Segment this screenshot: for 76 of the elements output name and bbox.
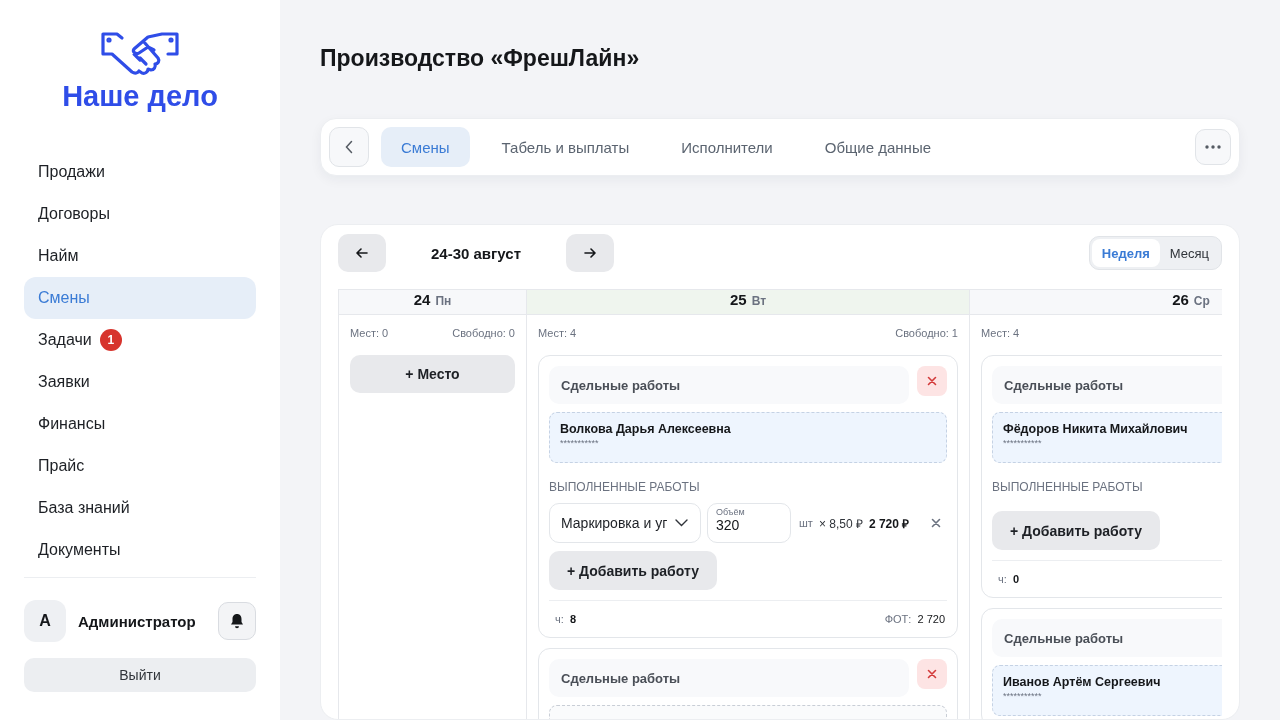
bell-icon <box>230 613 244 629</box>
page-title: Производство «ФрешЛайн» <box>320 44 641 73</box>
section-label: ВЫПОЛНЕННЫЕ РАБОТЫ <box>549 480 701 494</box>
assignee-card[interactable]: Волкова Дарья Алексеевна *********** <box>549 412 947 463</box>
view-option[interactable]: Месяц <box>1159 239 1219 267</box>
add-work-button[interactable]: + Добавить работу <box>549 551 717 590</box>
logout-button[interactable]: Выйти <box>24 658 256 692</box>
work-type: Сдельные работы <box>549 366 909 404</box>
close-icon <box>927 376 937 386</box>
work-type: Сдельные работы <box>992 619 1222 657</box>
hours: ч: 8 <box>555 613 577 625</box>
tab[interactable]: Исполнители <box>661 127 793 167</box>
close-icon <box>931 518 942 528</box>
user-name: Администратор <box>78 612 197 630</box>
hours: ч: 0 <box>998 573 1020 585</box>
next-week-button[interactable] <box>566 234 614 272</box>
masked-id: *********** <box>1003 438 1043 448</box>
tab[interactable]: Смены <box>381 127 470 167</box>
notifications-button[interactable] <box>218 602 256 640</box>
work-type: Сдельные работы <box>992 366 1222 404</box>
add-work-button[interactable]: + Добавить работу <box>992 511 1160 550</box>
sidebar-item[interactable]: Договоры <box>24 193 256 235</box>
date-range: 24-30 август <box>430 244 522 262</box>
sidebar-item[interactable]: База знаний <box>24 487 256 529</box>
weekday: Ср <box>1193 294 1210 308</box>
work-select[interactable]: Маркировка и уг <box>549 503 701 543</box>
arrow-left-icon <box>356 248 368 258</box>
places-count: Мест: 4 <box>538 327 577 339</box>
assignee-card[interactable]: Иванов Артём Сергеевич *********** <box>992 665 1222 716</box>
sidebar-item[interactable]: Смены <box>24 277 256 319</box>
rate: × 8,50 ₽ <box>818 515 863 532</box>
count-badge: 1 <box>99 329 122 351</box>
assignee-name: Волкова Дарья Алексеевна <box>560 422 732 436</box>
chevron-left-icon <box>345 140 353 154</box>
day-number: 25 <box>729 291 747 308</box>
unit-label: шт <box>799 517 813 529</box>
masked-id: *********** <box>1003 691 1043 701</box>
sidebar-item[interactable]: Найм <box>24 235 256 277</box>
masked-id: *********** <box>560 438 600 448</box>
assignee-name: Фёдоров Никита Михайлович <box>1003 422 1189 436</box>
day-number: 26 <box>1172 291 1189 308</box>
work-sum: 2 720 ₽ <box>868 515 910 532</box>
assignee-name: Иванов Артём Сергеевич <box>1003 675 1162 689</box>
more-icon <box>1205 145 1221 149</box>
close-icon <box>927 669 937 679</box>
sidebar-item[interactable]: Задачи 1 <box>24 319 256 361</box>
more-button[interactable] <box>1195 129 1231 165</box>
add-place-button[interactable]: + Место <box>350 355 515 393</box>
volume-field[interactable]: Объём 320 <box>707 503 791 543</box>
back-button[interactable] <box>329 127 369 167</box>
delete-button[interactable] <box>917 659 947 689</box>
previous-week-button[interactable] <box>338 234 386 272</box>
day-number: 24 <box>413 291 431 308</box>
sidebar-item[interactable]: Прайс <box>24 445 256 487</box>
assignee-card[interactable]: Фёдоров Никита Михайлович *********** <box>992 412 1222 463</box>
delete-button[interactable] <box>917 366 947 396</box>
chevron-down-icon <box>675 519 688 527</box>
places-count: Мест: 0 <box>350 327 389 339</box>
sidebar-item[interactable]: Заявки <box>24 361 256 403</box>
sidebar-item[interactable]: Финансы <box>24 403 256 445</box>
payroll: ФОТ: 2 720 <box>884 613 945 625</box>
view-option[interactable]: Неделя <box>1091 239 1160 267</box>
weekday: Пн <box>435 294 452 308</box>
section-label: ВЫПОЛНЕННЫЕ РАБОТЫ <box>992 480 1144 494</box>
sidebar-item[interactable]: Документы <box>24 529 256 571</box>
arrow-right-icon <box>584 248 596 258</box>
weekday: Вт <box>751 294 767 308</box>
tab[interactable]: Табель и выплаты <box>481 127 650 167</box>
sidebar-item[interactable]: Продажи <box>24 151 256 193</box>
logo-text: Наше дело <box>62 80 218 113</box>
tab[interactable]: Общие данные <box>804 127 952 167</box>
work-type: Сдельные работы <box>549 659 909 697</box>
user-avatar: А <box>24 600 66 642</box>
places-count: Мест: 4 <box>981 327 1020 339</box>
free-count: Свободно: 1 <box>895 327 958 339</box>
free-count: Свободно: 0 <box>452 327 515 339</box>
